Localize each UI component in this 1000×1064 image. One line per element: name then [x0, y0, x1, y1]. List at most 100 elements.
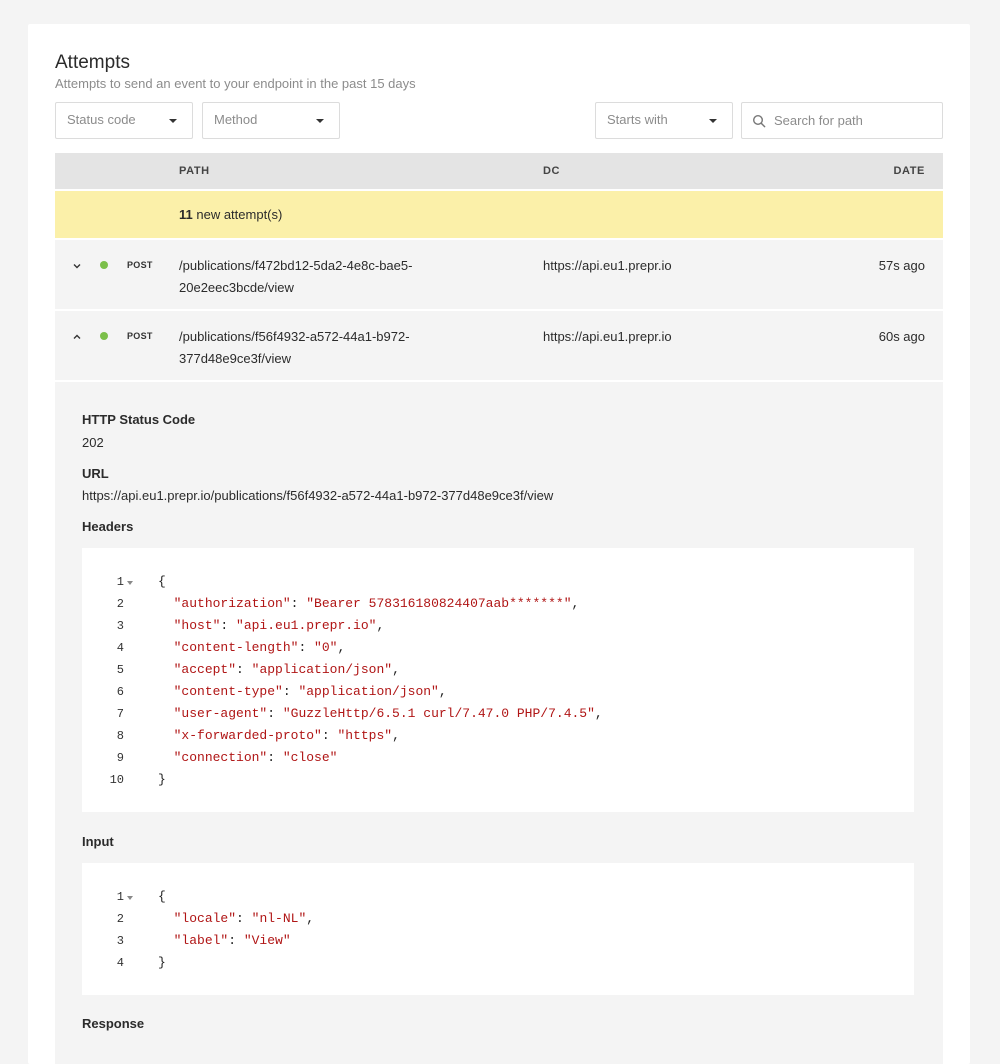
json-value: "nl-NL" [251, 911, 307, 926]
code-line: "accept": "application/json", [173, 662, 400, 677]
code-line: "label": "View" [173, 933, 291, 948]
code-line: "host": "api.eu1.prepr.io", [173, 618, 385, 633]
line-number: 7 [116, 707, 124, 721]
status-code-select[interactable]: Status code [55, 102, 193, 139]
method-select[interactable]: Method [202, 102, 340, 139]
fold-toggle-icon[interactable] [127, 896, 133, 900]
match-mode-select-label: Starts with [607, 112, 668, 127]
json-value: "View" [243, 933, 291, 948]
json-value: "close" [282, 750, 338, 765]
json-value: "GuzzleHttp/6.5.1 curl/7.47.0 PHP/7.4.5" [282, 706, 595, 721]
new-attempts-count: 11 [179, 207, 193, 222]
json-comma: , [594, 706, 603, 721]
json-value: "0" [314, 640, 338, 655]
status-dot [100, 332, 108, 340]
code-line: } [158, 772, 166, 787]
match-mode-select[interactable]: Starts with [595, 102, 733, 139]
response-label: Response [82, 1016, 145, 1031]
attempt-detail: HTTP Status Code 202 URL https://api.eu1… [55, 382, 943, 1064]
headers-label: Headers [82, 519, 134, 534]
json-comma: , [571, 596, 580, 611]
line-number: 10 [109, 773, 124, 787]
code-line: "content-length": "0", [173, 640, 346, 655]
code-line: { [158, 574, 166, 589]
line-number: 1 [116, 890, 124, 904]
page-subtitle: Attempts to send an event to your endpoi… [55, 76, 416, 91]
code-line: "locale": "nl-NL", [173, 911, 315, 926]
chevron-down-icon[interactable] [71, 260, 83, 272]
json-key: "x-forwarded-proto" [173, 728, 322, 743]
row-date: 57s ago [878, 258, 925, 273]
page-title: Attempts [55, 52, 130, 73]
line-number: 3 [116, 619, 124, 633]
column-dc[interactable]: DC [543, 165, 560, 177]
new-attempts-banner[interactable]: 11 new attempt(s) [55, 191, 943, 238]
attempts-card: Attempts Attempts to send an event to yo… [28, 24, 970, 1064]
json-key: "host" [173, 618, 221, 633]
json-comma: , [376, 618, 385, 633]
json-comma: , [392, 662, 400, 677]
path-search[interactable] [741, 102, 943, 139]
status-code-select-label: Status code [67, 112, 136, 127]
status-dot [100, 261, 108, 269]
json-key: "label" [173, 933, 229, 948]
table-row[interactable]: POST /publications/f472bd12-5da2-4e8c-ba… [55, 240, 943, 309]
column-date[interactable]: DATE [893, 165, 925, 177]
json-value: "https" [337, 728, 393, 743]
url-label: URL [82, 466, 109, 481]
json-value: "api.eu1.prepr.io" [236, 618, 377, 633]
json-comma: , [438, 684, 447, 699]
json-key: "content-length" [173, 640, 299, 655]
row-date: 60s ago [878, 329, 925, 344]
code-line: "authorization": "Bearer 578316180824407… [173, 596, 580, 611]
caret-down-icon [316, 119, 324, 123]
json-key: "content-type" [173, 684, 283, 699]
row-dc: https://api.eu1.prepr.io [543, 258, 672, 273]
chevron-up-icon[interactable] [71, 331, 83, 343]
json-comma: , [337, 640, 346, 655]
json-comma: , [392, 728, 400, 743]
status-code-label: HTTP Status Code [82, 412, 196, 427]
json-key: "user-agent" [173, 706, 268, 721]
line-number: 4 [116, 956, 124, 970]
headers-code-block[interactable]: 1 {2 "authorization": "Bearer 57831618082… [82, 548, 914, 812]
code-line: "content-type": "application/json", [173, 684, 447, 699]
json-key: "connection" [173, 750, 268, 765]
url-value: https://api.eu1.prepr.io/publications/f5… [82, 488, 554, 503]
code-line: { [158, 889, 166, 904]
json-value: "application/json" [251, 662, 393, 677]
table-row[interactable]: POST /publications/f56f4932-a572-44a1-b9… [55, 311, 943, 380]
code-line: "x-forwarded-proto": "https", [173, 728, 400, 743]
line-number: 1 [116, 575, 124, 589]
json-key: "accept" [173, 662, 237, 677]
method-select-label: Method [214, 112, 258, 127]
caret-down-icon [169, 119, 177, 123]
input-code-block[interactable]: 1 {2 "locale": "nl-NL", 3 "label": "View" 4… [82, 863, 914, 995]
code-line: } [158, 955, 166, 970]
line-number: 3 [116, 934, 124, 948]
json-value: "application/json" [298, 684, 439, 699]
json-comma: , [306, 911, 315, 926]
line-number: 9 [116, 751, 124, 765]
search-input[interactable] [772, 103, 940, 138]
new-attempts-text: 11 new attempt(s) [179, 207, 282, 222]
row-dc: https://api.eu1.prepr.io [543, 329, 672, 344]
new-attempts-label: new attempt(s) [192, 207, 283, 222]
search-icon [752, 114, 766, 128]
code-line: "connection": "close" [173, 750, 338, 765]
column-path[interactable]: PATH [179, 165, 210, 177]
line-number: 2 [116, 912, 124, 926]
line-number: 6 [116, 685, 124, 699]
line-number: 5 [116, 663, 124, 677]
fold-toggle-icon[interactable] [127, 581, 133, 585]
method-badge: POST [127, 331, 153, 341]
json-key: "locale" [173, 911, 237, 926]
status-code-value: 202 [82, 435, 104, 450]
row-path: /publications/f56f4932-a572-44a1-b972-37… [179, 329, 410, 366]
json-value: "Bearer 578316180824407aab*******" [306, 596, 572, 611]
table-header: PATH DC DATE [55, 153, 943, 189]
line-number: 8 [116, 729, 124, 743]
code-line: "user-agent": "GuzzleHttp/6.5.1 curl/7.4… [173, 706, 603, 721]
line-number: 2 [116, 597, 124, 611]
json-key: "authorization" [173, 596, 291, 611]
